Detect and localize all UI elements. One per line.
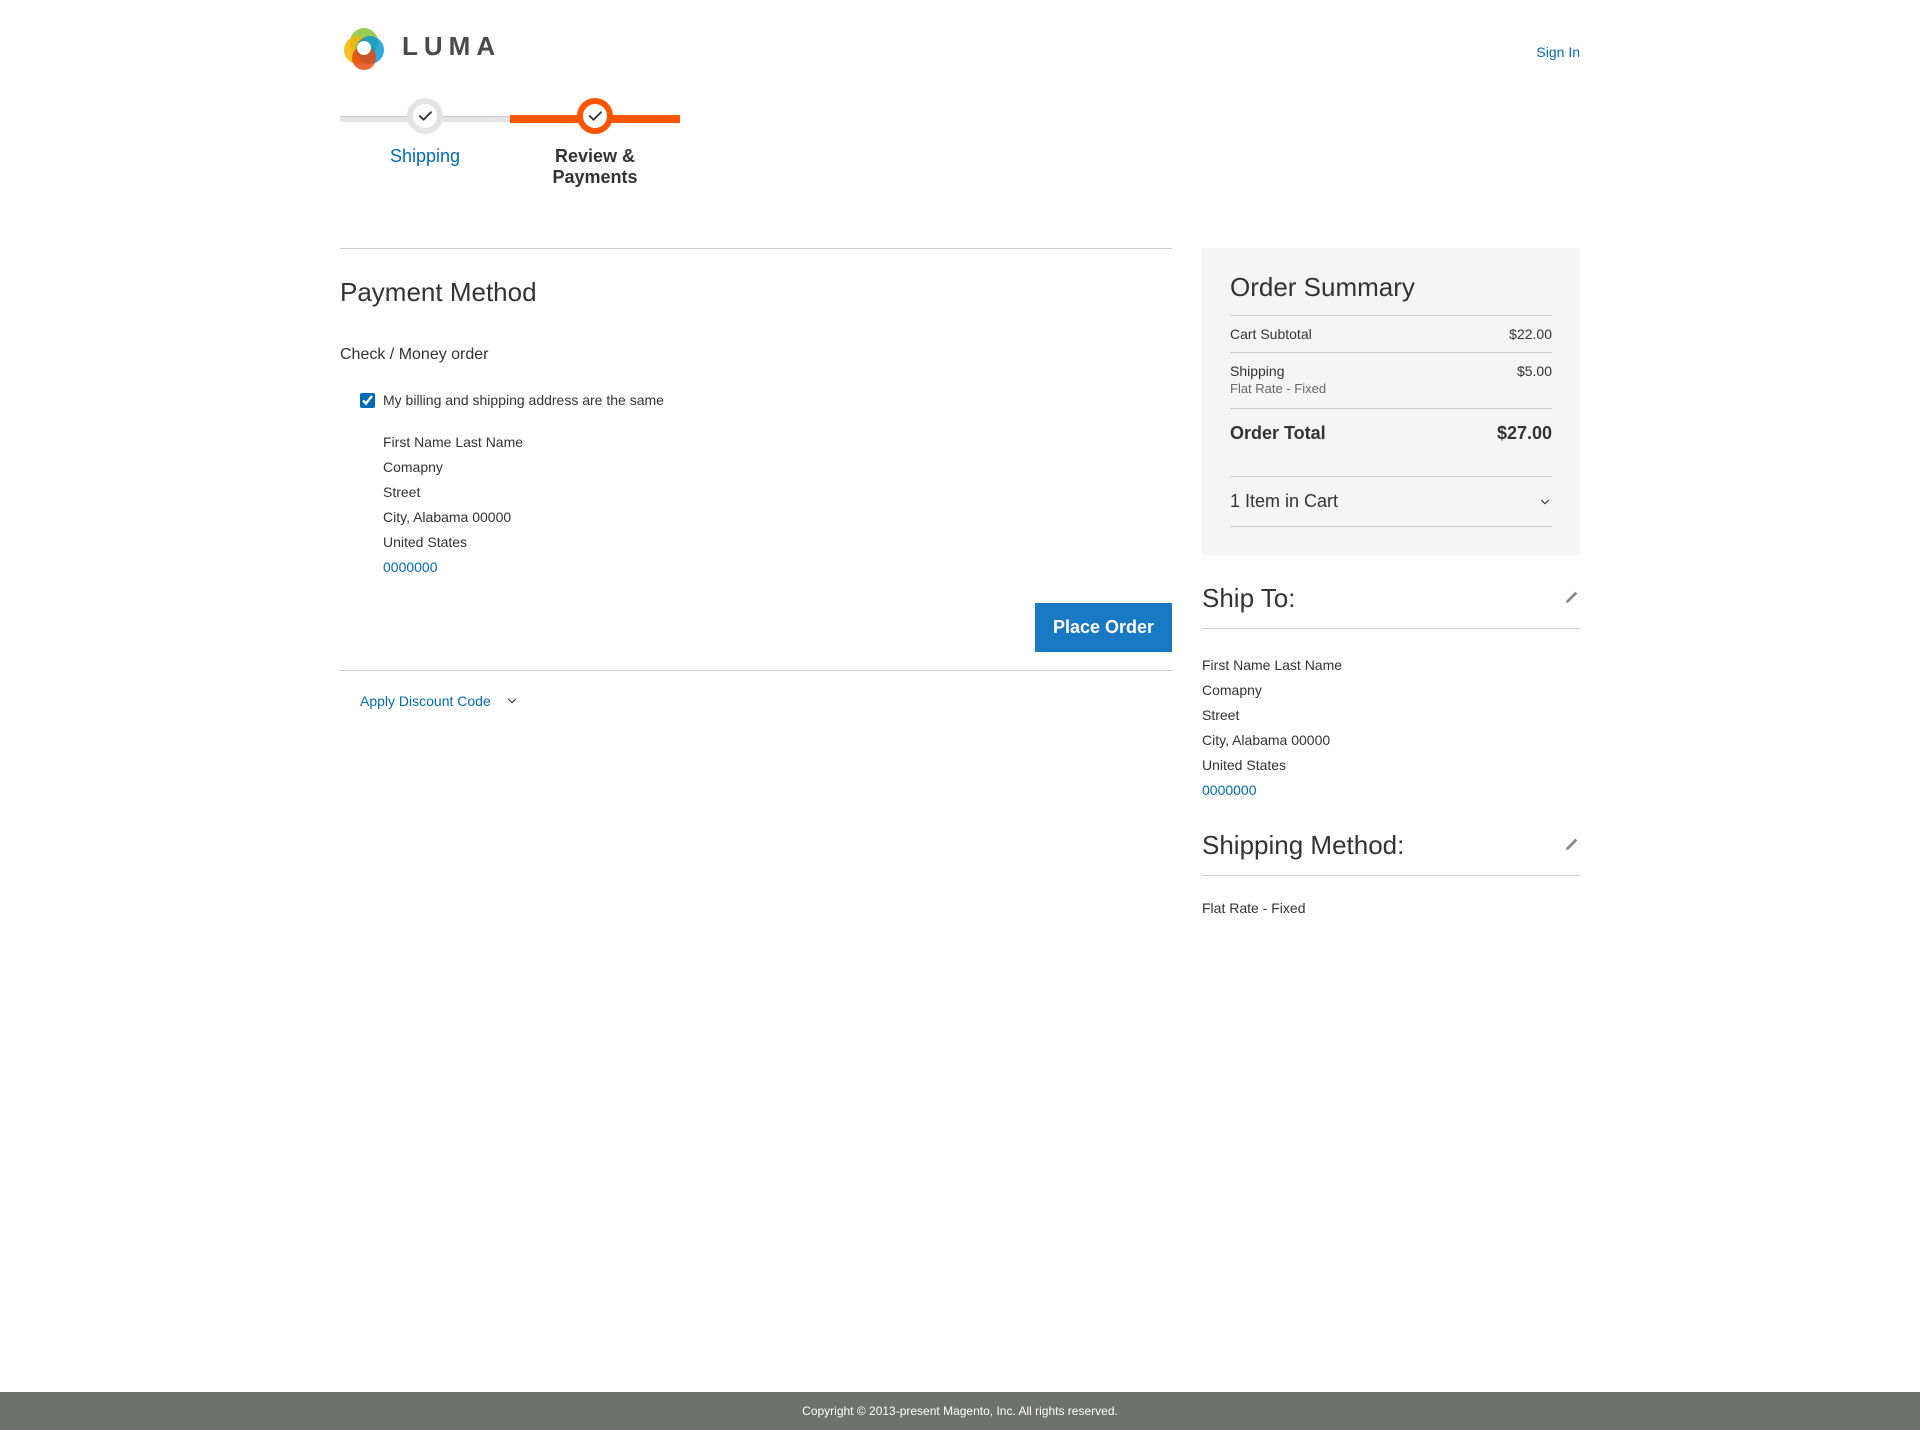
luma-logo-icon	[340, 22, 388, 70]
shipping-method-section: Shipping Method: Flat Rate - Fixed	[1202, 830, 1580, 916]
check-icon	[407, 98, 443, 134]
payment-method-name: Check / Money order	[340, 346, 1172, 364]
logo[interactable]: LUMA	[340, 22, 501, 70]
step-review-payments: Review & Payments	[510, 98, 680, 188]
ship-phone-link[interactable]: 0000000	[1202, 778, 1580, 803]
edit-shipping-method-button[interactable]	[1564, 836, 1580, 855]
step-shipping[interactable]: Shipping	[340, 98, 510, 188]
billing-address: First Name Last Name Comapny Street City…	[360, 430, 1172, 579]
ship-to-title: Ship To:	[1202, 583, 1295, 614]
ship-to-section: Ship To: First Name Last Name Comapny St…	[1202, 583, 1580, 802]
shipping-method-value: Flat Rate - Fixed	[1202, 876, 1580, 916]
brand-text: LUMA	[402, 31, 501, 62]
totals-table: Cart Subtotal $22.00 Shipping Flat Rate …	[1230, 315, 1552, 458]
cart-items-toggle[interactable]: 1 Item in Cart	[1230, 476, 1552, 527]
shipping-method-title: Shipping Method:	[1202, 830, 1404, 861]
sidebar: Order Summary Cart Subtotal $22.00 Shipp…	[1202, 248, 1580, 916]
chevron-down-icon	[1538, 495, 1552, 509]
edit-ship-to-button[interactable]	[1564, 589, 1580, 608]
header: LUMA Sign In	[340, 0, 1580, 70]
chevron-down-icon	[505, 694, 519, 708]
apply-discount-toggle[interactable]: Apply Discount Code	[340, 693, 1172, 709]
payment-method-heading: Payment Method	[340, 277, 1172, 308]
sign-in-link[interactable]: Sign In	[1536, 44, 1580, 60]
same-address-checkbox-label[interactable]: My billing and shipping address are the …	[360, 392, 1172, 408]
order-summary-title: Order Summary	[1230, 272, 1552, 303]
checkout-progress: Shipping Review & Payments	[340, 98, 680, 188]
pencil-icon	[1564, 836, 1580, 852]
pencil-icon	[1564, 589, 1580, 605]
footer: Copyright © 2013-present Magento, Inc. A…	[0, 1392, 1920, 1430]
same-address-checkbox[interactable]	[360, 393, 375, 408]
order-summary: Order Summary Cart Subtotal $22.00 Shipp…	[1202, 248, 1580, 555]
place-order-button[interactable]: Place Order	[1035, 603, 1172, 652]
ship-to-address: First Name Last Name Comapny Street City…	[1202, 629, 1580, 802]
payment-section: Payment Method Check / Money order My bi…	[340, 248, 1172, 709]
billing-phone-link[interactable]: 0000000	[383, 555, 1172, 580]
check-icon	[577, 98, 613, 134]
